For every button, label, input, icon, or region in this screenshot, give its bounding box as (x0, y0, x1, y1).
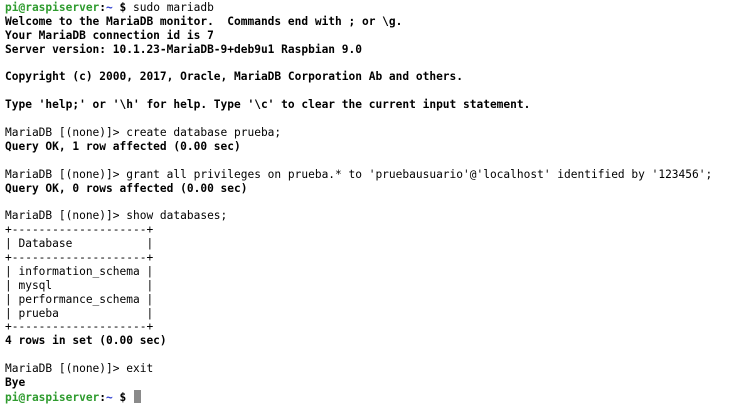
output-line: | mysql | (5, 278, 154, 292)
output-line: MariaDB [(none)]> show databases; (5, 209, 228, 223)
output-line: Your MariaDB connection id is 7 (5, 28, 214, 42)
output-line: +--------------------+ (5, 320, 154, 334)
output-line: | performance_schema | (5, 292, 154, 306)
output-line: | information_schema | (5, 264, 154, 278)
output-line: +--------------------+ (5, 251, 154, 265)
output-line: Copyright (c) 2000, 2017, Oracle, MariaD… (5, 70, 464, 84)
terminal-output: Welcome to the MariaDB monitor. Commands… (5, 15, 750, 390)
prompt-user-host: pi@raspiserver (5, 1, 100, 14)
prompt-directory: ~ (106, 390, 113, 404)
prompt-user-host: pi@raspiserver (5, 390, 100, 404)
output-line: MariaDB [(none)]> exit (5, 362, 154, 376)
output-line: Server version: 10.1.23-MariaDB-9+deb9u1… (5, 42, 362, 56)
output-line: Query OK, 0 rows affected (0.00 sec) (5, 181, 248, 195)
output-line: Welcome to the MariaDB monitor. Commands… (5, 14, 403, 28)
output-line: | prueba | (5, 306, 154, 320)
output-line: Query OK, 1 row affected (0.00 sec) (5, 139, 241, 153)
output-line: | Database | (5, 237, 154, 251)
prompt-dollar-sign: $ (112, 1, 134, 14)
prompt-directory: ~ (106, 1, 113, 14)
output-line: MariaDB [(none)]> create database prueba… (5, 126, 282, 140)
output-line: MariaDB [(none)]> grant all privileges o… (5, 167, 713, 181)
output-line: Bye (5, 376, 26, 390)
output-line: Type 'help;' or '\h' for help. Type '\c'… (5, 98, 531, 112)
text-cursor[interactable] (134, 389, 142, 403)
output-line: +--------------------+ (5, 223, 154, 237)
prompt-line-first: pi@raspiserver:~ $ sudo mariadb (5, 1, 750, 15)
prompt-line-last[interactable]: pi@raspiserver:~ $ (5, 389, 750, 404)
prompt-dollar-sign: $ (112, 390, 134, 404)
typed-command: sudo mariadb (133, 1, 214, 14)
terminal-window[interactable]: pi@raspiserver:~ $ sudo mariadb Welcome … (0, 0, 750, 415)
output-line: 4 rows in set (0.00 sec) (5, 334, 167, 348)
